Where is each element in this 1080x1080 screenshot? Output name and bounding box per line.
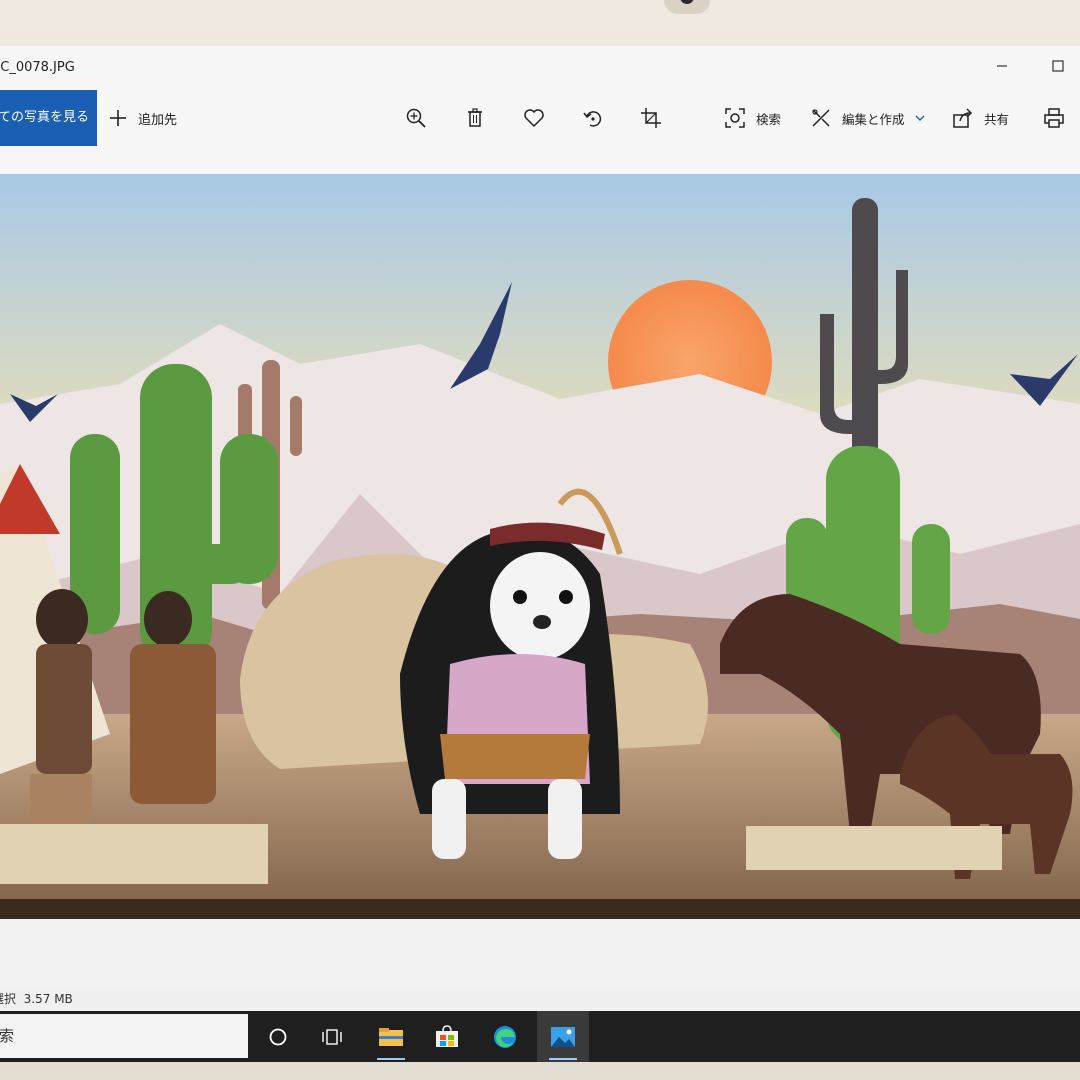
trash-icon[interactable] xyxy=(461,104,489,132)
viewer-background xyxy=(0,919,1080,987)
file-explorer-icon[interactable] xyxy=(365,1011,417,1062)
photo-viewer-image xyxy=(0,174,1080,919)
add-to-button[interactable]: 追加先 xyxy=(108,106,177,130)
screen: SC_0078.JPG ての写真を見る 追加先 検索 編集と作成 共有 択 3.… xyxy=(0,46,1080,1062)
visual-search-button[interactable]: 検索 xyxy=(724,104,781,132)
crop-icon[interactable] xyxy=(637,104,665,132)
all-photos-label: ての写真を見る xyxy=(0,110,90,125)
doll-base xyxy=(0,824,268,884)
zoom-in-icon[interactable] xyxy=(402,104,430,132)
doll-left xyxy=(30,589,92,844)
webcam xyxy=(664,0,710,14)
taskbar: 検索 xyxy=(0,1011,1080,1062)
maximize-icon[interactable] xyxy=(1044,54,1072,82)
rotate-icon[interactable] xyxy=(579,104,607,132)
horse-base xyxy=(746,826,1002,870)
photos-icon[interactable] xyxy=(537,1011,589,1062)
cortana-icon[interactable] xyxy=(252,1011,304,1062)
visual-search-icon xyxy=(725,108,745,128)
status-bar: 選択 3.57 MB xyxy=(0,987,1080,1011)
minimize-icon[interactable] xyxy=(988,54,1016,82)
share-label: 共有 xyxy=(984,111,1010,127)
search-label: 検索 xyxy=(756,111,782,127)
all-photos-button[interactable]: ての写真を見る xyxy=(0,90,97,146)
microsoft-store-icon[interactable] xyxy=(421,1011,473,1062)
heart-icon[interactable] xyxy=(520,104,548,132)
toolbar: ての写真を見る 追加先 検索 編集と作成 共有 xyxy=(0,90,1080,174)
share-button[interactable]: 共有 xyxy=(952,104,1009,132)
taskbar-search-label: 検索 xyxy=(0,1027,15,1045)
file-size: 3.57 MB xyxy=(23,992,73,1006)
selection-label: 選択 xyxy=(0,992,17,1006)
task-view-icon[interactable] xyxy=(306,1011,358,1062)
title-bar: SC_0078.JPG xyxy=(0,46,1080,90)
share-icon xyxy=(953,108,973,128)
chevron-down-icon xyxy=(915,115,925,121)
edit-create-icon xyxy=(812,109,830,127)
edit-create-label: 編集と作成 xyxy=(842,111,905,127)
status-text: 選択 3.57 MB xyxy=(0,990,73,1007)
plus-icon xyxy=(110,110,126,126)
edge-icon[interactable] xyxy=(479,1011,531,1062)
add-to-label: 追加先 xyxy=(138,112,178,128)
edit-create-button[interactable]: 編集と作成 xyxy=(810,104,925,132)
taskbar-search[interactable]: 検索 xyxy=(0,1014,248,1058)
table-edge xyxy=(0,899,1080,919)
window-title: SC_0078.JPG xyxy=(0,60,75,75)
printer-icon[interactable] xyxy=(1040,104,1068,132)
